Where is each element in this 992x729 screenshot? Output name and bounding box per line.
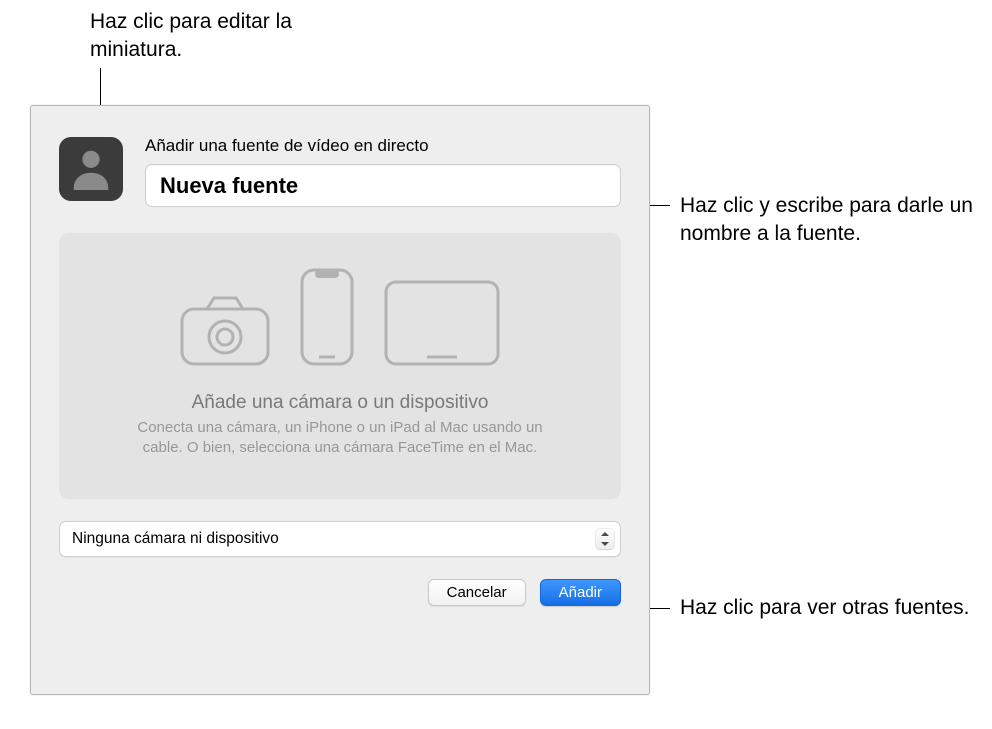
source-name-field[interactable] (145, 164, 621, 207)
device-placeholder-well: Añade una cámara o un dispositivo Conect… (59, 233, 621, 499)
device-source-select[interactable]: Ninguna cámara ni dispositivo (59, 521, 621, 557)
dialog-title: Añadir una fuente de vídeo en directo (145, 136, 621, 156)
callout-thumbnail: Haz clic para editar la miniatura. (90, 8, 350, 65)
add-live-video-source-dialog: Añadir una fuente de vídeo en directo (30, 105, 650, 695)
placeholder-heading: Añade una cámara o un dispositivo (81, 392, 599, 414)
person-silhouette-icon (68, 144, 114, 195)
source-name-input[interactable] (158, 172, 612, 200)
updown-chevron-icon (596, 529, 614, 549)
thumbnail-button[interactable] (59, 137, 123, 201)
cancel-button[interactable]: Cancelar (428, 579, 526, 606)
placeholder-subtext: Conecta una cámara, un iPhone o un iPad … (130, 418, 550, 459)
callout-name-field: Haz clic y escribe para darle un nombre … (680, 192, 980, 249)
callout-sources-select: Haz clic para ver otras fuentes. (680, 594, 980, 622)
device-source-select-value: Ninguna cámara ni dispositivo (72, 530, 279, 547)
camera-icon (179, 295, 271, 372)
add-button[interactable]: Añadir (540, 579, 621, 606)
iphone-icon (299, 267, 355, 372)
ipad-icon (383, 279, 501, 372)
